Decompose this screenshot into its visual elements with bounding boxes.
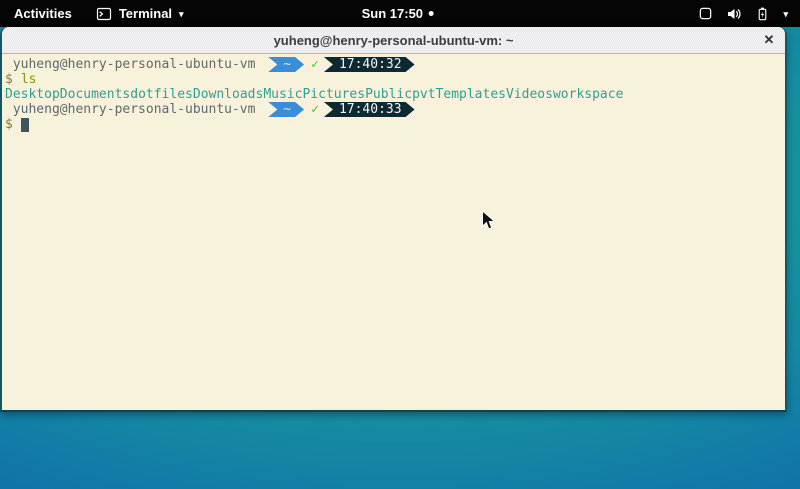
prompt-symbol: $ [5,72,13,87]
directory-entry: Pictures [302,87,365,102]
prompt-path: ~ [283,57,291,72]
app-menu-label: Terminal [119,6,172,21]
command-line: $ ls [5,72,785,87]
battery-charging-icon [755,6,770,22]
status-check-icon: ✓ [311,102,319,117]
directory-entry: Desktop [5,87,60,102]
prompt-path-segment: ~ [268,102,304,117]
chevron-down-icon: ▾ [179,10,184,19]
prompt-time-segment: 17:40:32 [324,57,415,72]
directory-entry: Videos [506,87,553,102]
screen-icon [698,6,713,21]
directory-entry: Downloads [193,87,263,102]
notification-dot [429,11,434,16]
text-cursor [21,118,29,132]
activities-label: Activities [14,6,72,21]
directory-entry: pvt [412,87,435,102]
directory-entry: workspace [553,87,623,102]
app-menu-button[interactable]: Terminal ▾ [86,0,194,27]
top-bar: Activities Terminal ▾ Sun 17:50 [0,0,800,27]
prompt-line: yuheng@henry-personal-ubuntu-vm ~ ✓ 17:40:… [5,57,785,72]
volume-icon [726,6,742,22]
prompt-path-segment: ~ [268,57,304,72]
activities-button[interactable]: Activities [0,0,86,27]
close-button[interactable]: ✕ [759,30,779,50]
mouse-cursor-icon [481,210,495,236]
prompt-time: 17:40:32 [339,57,402,72]
directory-entry: Music [263,87,302,102]
window-title: yuheng@henry-personal-ubuntu-vm: ~ [274,33,514,48]
terminal-content[interactable]: yuheng@henry-personal-ubuntu-vm ~ ✓ 17:40:… [2,54,785,410]
prompt-line: yuheng@henry-personal-ubuntu-vm ~ ✓ 17:40:… [5,102,785,117]
system-status-area[interactable]: ▾ [686,0,800,27]
terminal-app-icon [96,6,112,22]
prompt-time-segment: 17:40:33 [324,102,415,117]
directory-entry: Templates [436,87,506,102]
prompt-time: 17:40:33 [339,102,402,117]
ls-output: Desktop Documents dotfiles Downloads Mus… [5,87,785,102]
prompt-path: ~ [283,102,291,117]
clock-label: Sun 17:50 [362,6,423,21]
prompt-host: yuheng@henry-personal-ubuntu-vm [5,57,263,72]
system-menu-caret-icon: ▾ [783,10,788,19]
terminal-window: yuheng@henry-personal-ubuntu-vm: ~ ✕ yuh… [0,27,787,412]
typed-command: ls [21,72,37,87]
command-line: $ [5,117,785,132]
prompt-host: yuheng@henry-personal-ubuntu-vm [5,102,263,117]
directory-entry: dotfiles [130,87,193,102]
clock-button[interactable]: Sun 17:50 [362,0,434,27]
window-titlebar[interactable]: yuheng@henry-personal-ubuntu-vm: ~ ✕ [2,27,785,54]
directory-entry: Documents [60,87,130,102]
status-check-icon: ✓ [311,57,319,72]
prompt-symbol: $ [5,117,13,132]
directory-entry: Public [365,87,412,102]
